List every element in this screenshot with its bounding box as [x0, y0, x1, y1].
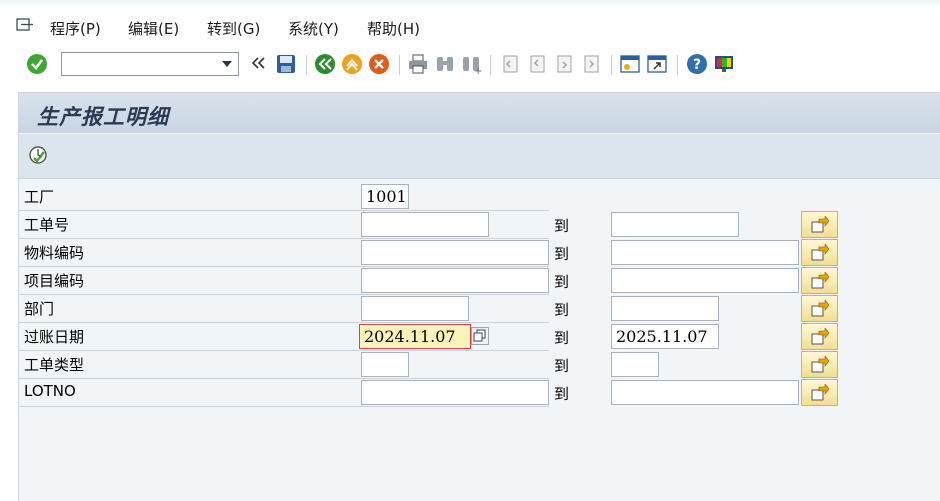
- multiple-selection-button[interactable]: [801, 295, 838, 322]
- find-icon[interactable]: [434, 53, 456, 75]
- project-high-field[interactable]: [611, 268, 799, 293]
- multiple-selection-icon: [811, 356, 829, 373]
- find-next-icon[interactable]: +: [460, 53, 482, 75]
- svg-text:+: +: [474, 66, 482, 75]
- field-label: 工厂: [24, 188, 55, 206]
- to-label: 到: [554, 385, 570, 403]
- multiple-selection-button[interactable]: [801, 379, 838, 406]
- project-low-field[interactable]: [361, 268, 549, 293]
- title-band: 生产报工明细: [19, 93, 940, 133]
- multiple-selection-icon: [811, 384, 829, 401]
- command-input[interactable]: [66, 54, 220, 76]
- shortcut-icon[interactable]: [646, 53, 668, 75]
- menu-system[interactable]: 系统(Y): [288, 18, 339, 39]
- to-label: 到: [554, 301, 570, 319]
- multiple-selection-icon: [811, 244, 829, 261]
- menu-icon[interactable]: [16, 18, 34, 32]
- lotno-high-field[interactable]: [611, 380, 799, 405]
- svg-text:?: ?: [693, 57, 701, 73]
- last-page-icon[interactable]: [580, 53, 602, 75]
- menu-program[interactable]: 程序(P): [50, 18, 101, 39]
- multiple-selection-button[interactable]: [801, 239, 838, 266]
- order-type-low-field[interactable]: [361, 352, 409, 377]
- new-session-icon[interactable]: [619, 53, 641, 75]
- print-icon[interactable]: [407, 53, 429, 75]
- to-label: 到: [554, 217, 570, 235]
- value-help-button[interactable]: [471, 327, 489, 345]
- lotno-low-field[interactable]: [361, 380, 549, 405]
- field-label: 物料编码: [24, 244, 85, 262]
- form-row-plant: 工厂: [19, 183, 549, 211]
- multiple-selection-icon: [811, 216, 829, 233]
- department-high-field[interactable]: [611, 296, 719, 321]
- toolbar-separator: [399, 55, 400, 75]
- order-type-high-field[interactable]: [611, 352, 659, 377]
- field-label: 项目编码: [24, 272, 85, 290]
- toolbar-separator: [677, 55, 678, 75]
- execute-icon[interactable]: [27, 144, 49, 166]
- prev-page-icon[interactable]: [526, 53, 548, 75]
- multiple-selection-button[interactable]: [801, 351, 838, 378]
- field-label: 工单号: [24, 216, 70, 234]
- menu-bar: 程序(P) 编辑(E) 转到(G) 系统(Y) 帮助(H): [0, 8, 940, 47]
- page-title: 生产报工明细: [37, 104, 169, 129]
- help-icon[interactable]: ?: [686, 53, 708, 75]
- customize-layout-icon[interactable]: [713, 53, 735, 75]
- form-row-department: 部门: [19, 295, 549, 323]
- to-label: 到: [554, 245, 570, 263]
- value-help-icon: [473, 329, 486, 342]
- order-high-field[interactable]: [611, 212, 739, 237]
- top-strip: [0, 0, 940, 8]
- command-field[interactable]: [61, 52, 239, 76]
- field-label: LOTNO: [24, 382, 76, 400]
- multiple-selection-button[interactable]: [801, 323, 838, 350]
- menu-edit[interactable]: 编辑(E): [128, 18, 179, 39]
- field-label: 部门: [24, 300, 55, 318]
- menu-goto[interactable]: 转到(G): [207, 18, 260, 39]
- toolbar-separator: [611, 55, 612, 75]
- multiple-selection-icon: [811, 328, 829, 345]
- material-high-field[interactable]: [611, 240, 799, 265]
- next-page-icon[interactable]: [553, 53, 575, 75]
- chevron-down-icon[interactable]: [222, 61, 232, 67]
- field-label: 过账日期: [24, 328, 85, 346]
- to-label: 到: [554, 357, 570, 375]
- field-label: 工单类型: [24, 356, 85, 374]
- toolbar-separator: [490, 55, 491, 75]
- plant-low-field[interactable]: 1001: [361, 184, 409, 209]
- multiple-selection-button[interactable]: [801, 267, 838, 294]
- save-icon[interactable]: [275, 53, 297, 75]
- exit-icon[interactable]: [341, 53, 363, 75]
- to-label: 到: [554, 329, 570, 347]
- order-low-field[interactable]: [361, 212, 489, 237]
- selection-screen: 生产报工明细 工厂 1001 工单号 到 物料编码 到 项目编码 到 部门 到 …: [18, 92, 940, 501]
- back-icon[interactable]: [250, 55, 266, 71]
- material-low-field[interactable]: [361, 240, 549, 265]
- multiple-selection-icon: [811, 300, 829, 317]
- form-row-order-type: 工单类型: [19, 351, 549, 379]
- application-toolbar: [19, 134, 940, 179]
- multiple-selection-icon: [811, 272, 829, 289]
- department-low-field[interactable]: [361, 296, 469, 321]
- cancel-icon[interactable]: [368, 53, 390, 75]
- posting-date-high-field[interactable]: 2025.11.07: [611, 324, 719, 349]
- back-green-icon[interactable]: [314, 53, 336, 75]
- posting-date-low-field[interactable]: 2024.11.07: [359, 324, 471, 349]
- first-page-icon[interactable]: [499, 53, 521, 75]
- menu-help[interactable]: 帮助(H): [367, 18, 420, 39]
- enter-check-icon[interactable]: [26, 53, 48, 75]
- to-label: 到: [554, 273, 570, 291]
- toolbar-separator: [306, 55, 307, 75]
- multiple-selection-button[interactable]: [801, 211, 838, 238]
